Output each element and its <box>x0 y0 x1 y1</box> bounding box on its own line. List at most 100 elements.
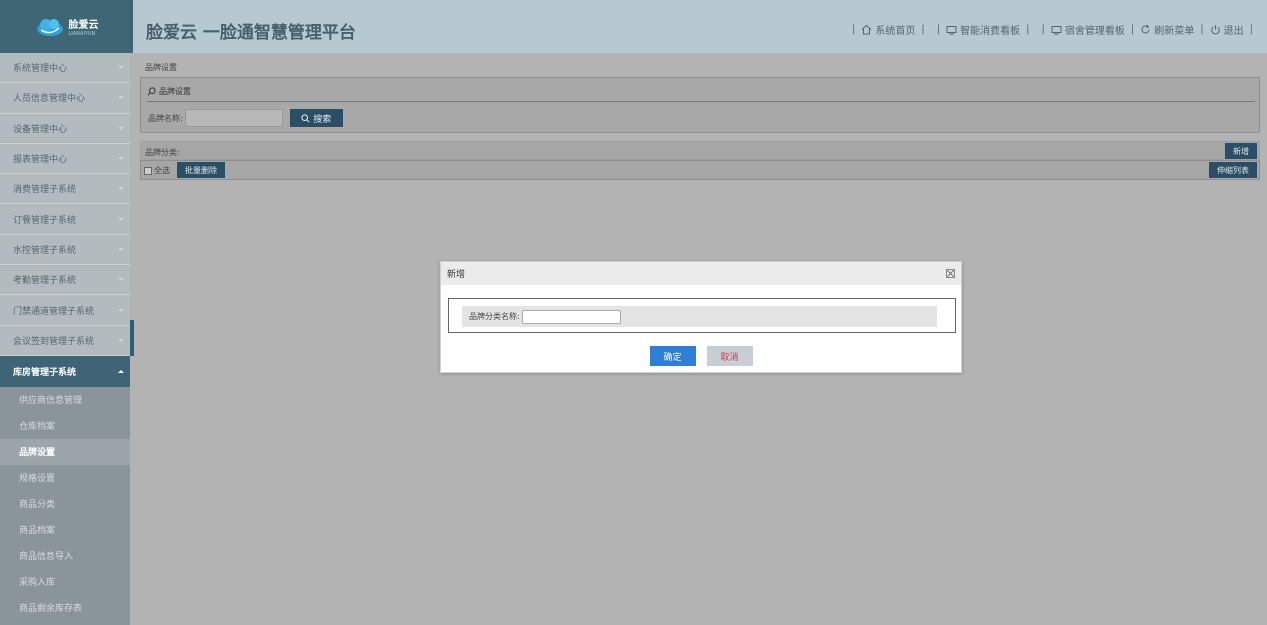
search-button-label: 搜索 <box>313 113 332 124</box>
nav-dorm-label: 宿舍管理看板 <box>1064 26 1125 37</box>
select-all[interactable]: 全选 <box>144 165 170 176</box>
sidebar-item-label: 设备管理中心 <box>13 124 68 135</box>
sidebar-item-label: 订餐管理子系统 <box>13 215 77 226</box>
dialog-title: 新增 <box>447 270 466 280</box>
sidebar-item-device[interactable]: 设备管理中心 <box>0 113 130 144</box>
category-name-label: 品牌分类名称: <box>469 312 520 321</box>
monitor-icon <box>946 25 957 34</box>
batch-delete-button[interactable]: 批量删除 <box>177 162 225 178</box>
add-button[interactable]: 新增 <box>1225 143 1257 159</box>
confirm-button[interactable]: 确定 <box>649 346 696 366</box>
sidebar-item-label: 报表管理中心 <box>13 155 68 166</box>
search-row: 品牌名称: 搜索 <box>148 109 343 127</box>
submenu-item-supplier[interactable]: 供应商信息管理 <box>0 386 130 413</box>
submenu-item-spec-settings[interactable]: 规格设置 <box>0 464 130 491</box>
submenu-item-product-category[interactable]: 商品分类 <box>0 490 130 517</box>
nav-logout-label: 退出 <box>1223 26 1244 37</box>
nav-home[interactable]: 系统首页 <box>861 22 915 37</box>
chevron-down-icon <box>118 157 124 161</box>
chevron-down-icon <box>118 187 124 191</box>
refresh-icon <box>1141 24 1150 34</box>
chevron-down-icon <box>118 66 124 70</box>
chevron-down-icon <box>118 217 124 221</box>
submenu-item-warehouse-archive[interactable]: 仓库档案 <box>0 412 130 439</box>
toggle-list-button[interactable]: 伸缩列表 <box>1209 162 1257 178</box>
logo[interactable]: 脸爱云 LIANAIYUN <box>0 0 133 53</box>
sidebar-item-label: 库房管理子系统 <box>13 367 77 378</box>
sidebar-item-label: 系统管理中心 <box>13 64 68 75</box>
sidebar-item-warehouse[interactable]: 库房管理子系统 <box>0 355 130 387</box>
brand-name-label: 品牌名称: <box>148 113 183 123</box>
nav-separator: | <box>1130 24 1135 35</box>
top-nav: | 系统首页 | | 智能消费看板 | | 宿舍管理看板 | 刷新菜单 | 退出… <box>846 22 1259 37</box>
chevron-down-icon <box>118 126 124 130</box>
nav-logout[interactable]: 退出 <box>1210 22 1244 37</box>
brand-name-input[interactable] <box>184 109 283 127</box>
nav-dorm-board[interactable]: 宿舍管理看板 <box>1051 22 1125 37</box>
sidebar-item-personnel[interactable]: 人员信息管理中心 <box>0 83 130 114</box>
top-header: 脸爱云 LIANAIYUN 脸爱云 一脸通智慧管理平台 | 系统首页 | | 智… <box>0 0 1267 53</box>
dialog-header: 新增 <box>441 262 961 285</box>
select-all-label: 全选 <box>154 166 170 175</box>
nav-separator: | <box>1041 24 1045 35</box>
add-category-dialog: 新增 品牌分类名称: 确定 取消 <box>440 261 962 373</box>
sidebar-item-label: 消费管理子系统 <box>13 185 77 196</box>
category-label: 品牌分类: <box>145 148 180 157</box>
sidebar-item-label: 水控管理子系统 <box>13 245 77 256</box>
sidebar-item-label: 会议签到管理子系统 <box>13 336 95 347</box>
close-icon[interactable] <box>946 269 955 278</box>
panel-title: 品牌设置 <box>147 86 191 97</box>
cancel-button[interactable]: 取消 <box>706 346 753 366</box>
submenu-item-product-archive[interactable]: 商品档案 <box>0 516 130 543</box>
panel-title-text: 品牌设置 <box>159 87 191 96</box>
nav-separator: | <box>936 24 941 35</box>
nav-separator: | <box>921 24 925 35</box>
sidebar-item-ordering[interactable]: 订餐管理子系统 <box>0 204 130 235</box>
sidebar-item-meeting[interactable]: 会议签到管理子系统 <box>0 325 130 356</box>
select-all-checkbox[interactable] <box>144 166 152 175</box>
nav-separator: | <box>1249 24 1253 35</box>
list-toolbar: 全选 批量删除 伸缩列表 <box>140 160 1260 180</box>
search-button[interactable]: 搜索 <box>289 109 343 127</box>
logo-text: 脸爱云 LIANAIYUN <box>69 16 99 37</box>
sidebar-menu: 系统管理中心 人员信息管理中心 设备管理中心 报表管理中心 消费管理子系统 订餐… <box>0 53 130 387</box>
panel-divider <box>147 101 1255 102</box>
submenu-item-product-import[interactable]: 商品信息导入 <box>0 542 130 569</box>
dialog-actions: 确定 取消 <box>441 346 961 366</box>
breadcrumb: 品牌设置 <box>145 63 177 72</box>
search-panel: 品牌设置 品牌名称: 搜索 <box>140 77 1260 133</box>
category-name-input[interactable] <box>521 309 621 324</box>
submenu-item-remaining-stock[interactable]: 商品剩余库存表 <box>0 594 130 621</box>
sidebar-item-consumption[interactable]: 消费管理子系统 <box>0 174 130 205</box>
sidebar-item-attendance[interactable]: 考勤管理子系统 <box>0 265 130 296</box>
sidebar-item-system[interactable]: 系统管理中心 <box>0 53 130 84</box>
nav-refresh-label: 刷新菜单 <box>1154 26 1195 37</box>
submenu-item-brand-settings[interactable]: 品牌设置 <box>0 438 130 465</box>
submenu-item-purchase-in[interactable]: 采购入库 <box>0 568 130 595</box>
dialog-form: 品牌分类名称: <box>448 298 956 333</box>
nav-separator: | <box>1200 24 1204 35</box>
sidebar-item-access[interactable]: 门禁通道管理子系统 <box>0 295 130 326</box>
nav-home-label: 系统首页 <box>875 26 916 37</box>
form-row: 品牌分类名称: <box>462 306 937 327</box>
sidebar-item-label: 门禁通道管理子系统 <box>13 306 95 317</box>
warehouse-submenu: 供应商信息管理 仓库档案 品牌设置 规格设置 商品分类 商品档案 商品信息导入 … <box>0 386 130 621</box>
sidebar-item-report[interactable]: 报表管理中心 <box>0 143 130 175</box>
chevron-down-icon <box>118 96 124 100</box>
category-bar: 品牌分类: 新增 <box>140 141 1260 160</box>
chevron-down-icon <box>118 278 124 282</box>
nav-consumption-board[interactable]: 智能消费看板 <box>946 22 1020 37</box>
search-icon <box>301 113 310 123</box>
nav-separator: | <box>1026 24 1030 35</box>
nav-separator: | <box>852 24 856 35</box>
chevron-down-icon <box>118 247 124 251</box>
search-icon <box>147 87 156 96</box>
app-title: 脸爱云 一脸通智慧管理平台 <box>146 23 356 43</box>
home-icon <box>862 24 872 35</box>
nav-refresh-menu[interactable]: 刷新菜单 <box>1140 22 1194 37</box>
sidebar-item-label: 考勤管理子系统 <box>13 276 77 287</box>
sidebar-item-label: 人员信息管理中心 <box>13 94 86 105</box>
cloud-logo-icon <box>36 18 63 36</box>
logo-name: 脸爱云 <box>68 20 99 31</box>
sidebar-item-water[interactable]: 水控管理子系统 <box>0 234 130 266</box>
